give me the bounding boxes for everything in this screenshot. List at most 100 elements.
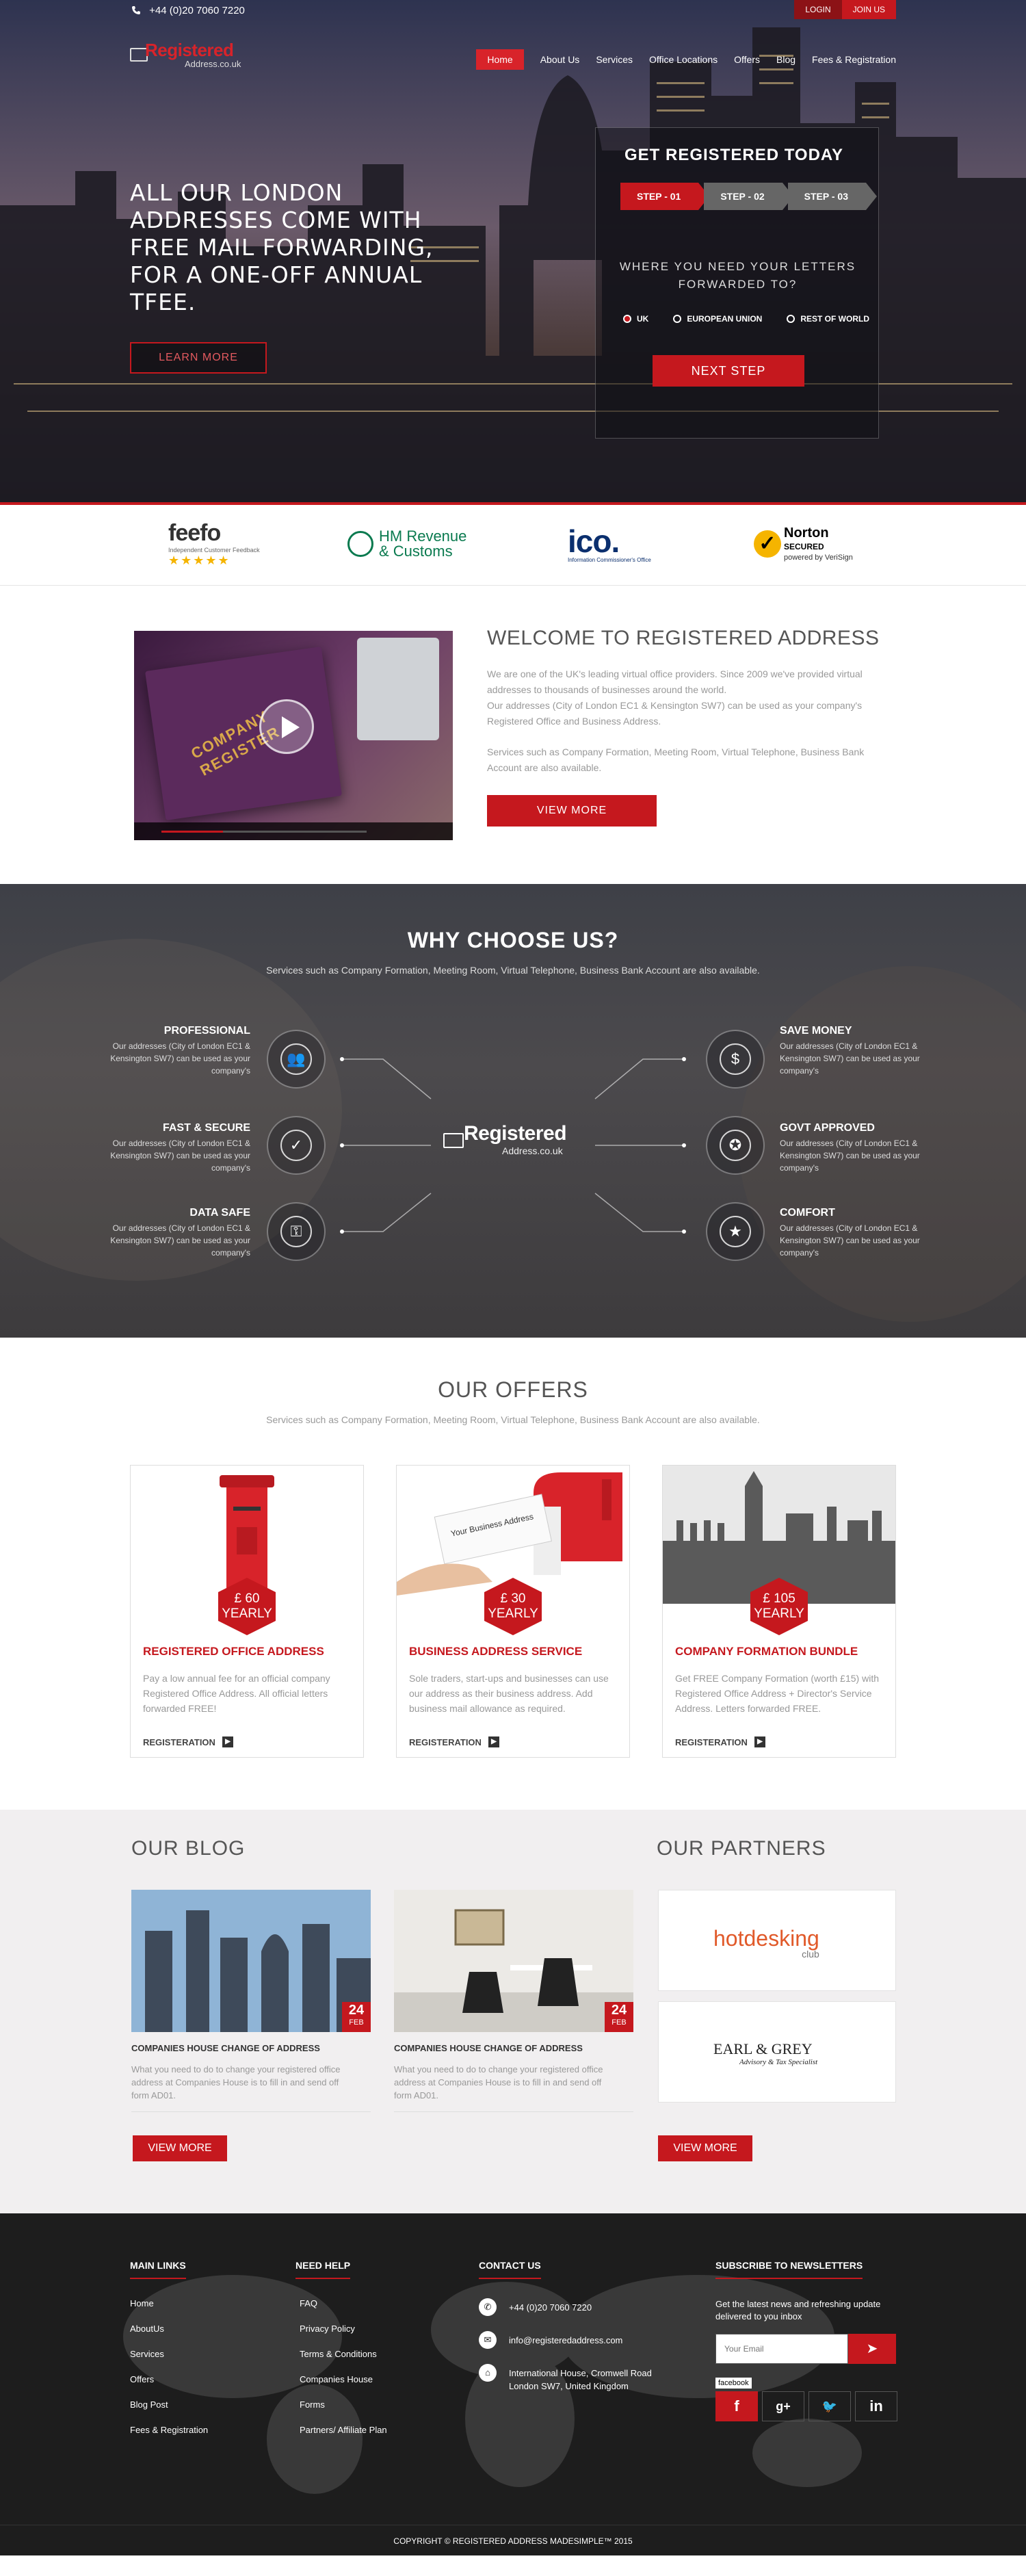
- video-player[interactable]: COMPANY REGISTER: [134, 631, 453, 840]
- post-title[interactable]: COMPANIES HOUSE CHANGE OF ADDRESS: [131, 2043, 371, 2053]
- footer-link-faq[interactable]: FAQ: [300, 2298, 387, 2308]
- post-excerpt: What you need to do to change your regis…: [394, 2064, 603, 2100]
- norton-secured: SECURED: [784, 542, 824, 551]
- contact-address-1: International House, Cromwell Road: [509, 2368, 652, 2378]
- footer-link-forms[interactable]: Forms: [300, 2399, 387, 2410]
- earl-grey-logo: EARL & GREY Advisory & Tax Specialist: [713, 2040, 817, 2066]
- feature-desc: Our addresses (City of London EC1 & Kens…: [780, 1223, 920, 1258]
- hotdesking-logo: hotdesking club: [713, 1926, 819, 1960]
- feefo-tag: Independent Customer Feedback: [168, 547, 260, 554]
- ico-tag: Information Commissioner's Office: [568, 556, 651, 563]
- nav-fees-registration[interactable]: Fees & Registration: [812, 49, 896, 70]
- post-title[interactable]: COMPANIES HOUSE CHANGE OF ADDRESS: [394, 2043, 633, 2053]
- certificate-icon: ✪: [706, 1116, 765, 1175]
- footer-link-services[interactable]: Services: [130, 2349, 208, 2359]
- footer-link-companies-house[interactable]: Companies House: [300, 2374, 387, 2384]
- newsletter-email-input[interactable]: [715, 2334, 848, 2364]
- blog-post-image[interactable]: 24 FEB: [131, 1890, 371, 2032]
- footer-link-partners[interactable]: Partners/ Affiliate Plan: [300, 2425, 387, 2435]
- blog-title: OUR BLOG: [131, 1837, 246, 1860]
- nav-offers[interactable]: Offers: [734, 49, 760, 70]
- offer-card[interactable]: £ 60 YEARLY REGISTERED OFFICE ADDRESS Pay…: [130, 1465, 364, 1758]
- feature-title: SAVE MONEY: [780, 1025, 852, 1037]
- phone-contact[interactable]: +44 (0)20 7060 7220: [131, 5, 245, 16]
- nav-about-us[interactable]: About Us: [540, 49, 580, 70]
- hmrc-logo[interactable]: HM Revenue & Customs: [347, 520, 466, 568]
- registration-link[interactable]: REGISTERATION ▶: [143, 1736, 233, 1747]
- calculator-image: [357, 638, 439, 740]
- blog-post[interactable]: 24 FEB COMPANIES HOUSE CHANGE OF ADDRESS …: [131, 1890, 371, 2112]
- learn-more-button[interactable]: LEARN MORE: [130, 342, 267, 374]
- need-help-title: NEED HELP: [295, 2260, 351, 2279]
- blog-view-more-button[interactable]: VIEW MORE: [133, 2135, 227, 2161]
- footer-link-terms[interactable]: Terms & Conditions: [300, 2349, 387, 2359]
- video-controls[interactable]: [134, 822, 453, 840]
- facebook-tooltip: facebook: [715, 2378, 752, 2389]
- nav-home[interactable]: Home: [476, 49, 524, 70]
- region-eu-label: EUROPEAN UNION: [687, 314, 763, 324]
- linkedin-icon[interactable]: in: [855, 2391, 897, 2421]
- radio-icon[interactable]: [787, 315, 795, 323]
- region-eu[interactable]: EUROPEAN UNION: [673, 314, 762, 324]
- next-step-button[interactable]: NEXT STEP: [653, 355, 804, 387]
- norton-logo[interactable]: ✓ Norton SECURED powered by VeriSign: [754, 520, 853, 568]
- step-3-tab[interactable]: STEP - 03: [787, 183, 878, 210]
- facebook-icon[interactable]: f: [715, 2391, 758, 2421]
- shield-check-icon: ✓: [267, 1116, 326, 1175]
- play-icon[interactable]: [259, 699, 314, 754]
- nav-services[interactable]: Services: [596, 49, 633, 70]
- document-star-icon: ★: [706, 1202, 765, 1261]
- contact-phone[interactable]: +44 (0)20 7060 7220: [509, 2298, 592, 2314]
- footer-link-home[interactable]: Home: [130, 2298, 208, 2308]
- twitter-icon[interactable]: 🐦: [808, 2391, 851, 2421]
- feature-govt-approved: GOVT APPROVED Our addresses (City of Lon…: [780, 1122, 930, 1174]
- step-1-tab[interactable]: STEP - 01: [620, 183, 710, 210]
- blog-post-image[interactable]: 24 FEB: [394, 1890, 633, 2032]
- footer-link-privacy[interactable]: Privacy Policy: [300, 2324, 387, 2334]
- footer-link-blog[interactable]: Blog Post: [130, 2399, 208, 2410]
- feature-desc: Our addresses (City of London EC1 & Kens…: [780, 1139, 920, 1173]
- email-icon: ✉: [479, 2331, 497, 2349]
- google-plus-icon[interactable]: g+: [762, 2391, 804, 2421]
- join-us-button[interactable]: JOIN US: [841, 0, 896, 19]
- contact-email[interactable]: info@registeredaddress.com: [509, 2331, 622, 2347]
- phone-icon: ✆: [479, 2298, 497, 2316]
- footer-link-fees[interactable]: Fees & Registration: [130, 2425, 208, 2435]
- contact-title: CONTACT US: [479, 2260, 541, 2279]
- offer-card[interactable]: £ 105 YEARLY COMPANY FORMATION BUNDLE Get…: [662, 1465, 896, 1758]
- partners-view-more-button[interactable]: VIEW MORE: [658, 2135, 752, 2161]
- feature-save-money: SAVE MONEY Our addresses (City of London…: [780, 1025, 930, 1077]
- welcome-view-more-button[interactable]: VIEW MORE: [487, 795, 657, 827]
- partner-earl-grey[interactable]: EARL & GREY Advisory & Tax Specialist: [658, 2001, 896, 2103]
- earl-grey-sub: Advisory & Tax Specialist: [739, 2058, 818, 2066]
- region-uk[interactable]: UK: [623, 314, 648, 324]
- ico-logo[interactable]: ico. Information Commissioner's Office: [568, 520, 651, 568]
- video-progress-bar[interactable]: [161, 831, 367, 833]
- site-logo[interactable]: Registered Address.co.uk: [130, 40, 253, 71]
- accreditation-strip: feefo Independent Customer Feedback ★★★★…: [0, 505, 1026, 586]
- footer-need-help: NEED HELP FAQ Privacy Policy Terms & Con…: [295, 2260, 387, 2450]
- blog-post[interactable]: 24 FEB COMPANIES HOUSE CHANGE OF ADDRESS …: [394, 1890, 633, 2112]
- footer-main-links: MAIN LINKS Home AboutUs Services Offers …: [130, 2260, 208, 2450]
- send-icon[interactable]: ➤: [848, 2334, 896, 2364]
- partner-hotdesking[interactable]: hotdesking club: [658, 1890, 896, 1991]
- offer-card[interactable]: Your Business Address £ 30 YEARLY BUSINES…: [396, 1465, 630, 1758]
- connector-lines: [340, 1057, 686, 1234]
- registration-link[interactable]: REGISTERATION ▶: [675, 1736, 765, 1747]
- registration-link[interactable]: REGISTERATION ▶: [409, 1736, 499, 1747]
- footer-link-offers[interactable]: Offers: [130, 2374, 208, 2384]
- radio-icon[interactable]: [673, 315, 682, 323]
- radio-selected-icon[interactable]: [623, 315, 631, 323]
- region-rest-of-world[interactable]: REST OF WORLD: [787, 314, 869, 324]
- region-uk-label: UK: [637, 314, 649, 324]
- partners-title: OUR PARTNERS: [657, 1837, 826, 1860]
- login-button[interactable]: LOGIN: [794, 0, 842, 19]
- nav-office-locations[interactable]: Office Locations: [649, 49, 718, 70]
- nav-blog[interactable]: Blog: [776, 49, 795, 70]
- footer-link-about[interactable]: AboutUs: [130, 2324, 208, 2334]
- offer-title: REGISTERED OFFICE ADDRESS: [143, 1645, 324, 1658]
- feefo-logo[interactable]: feefo Independent Customer Feedback ★★★★…: [168, 520, 260, 568]
- step-2-tab[interactable]: STEP - 02: [704, 183, 794, 210]
- feature-desc: Our addresses (City of London EC1 & Kens…: [110, 1041, 250, 1076]
- arrow-right-icon: ▶: [222, 1736, 233, 1747]
